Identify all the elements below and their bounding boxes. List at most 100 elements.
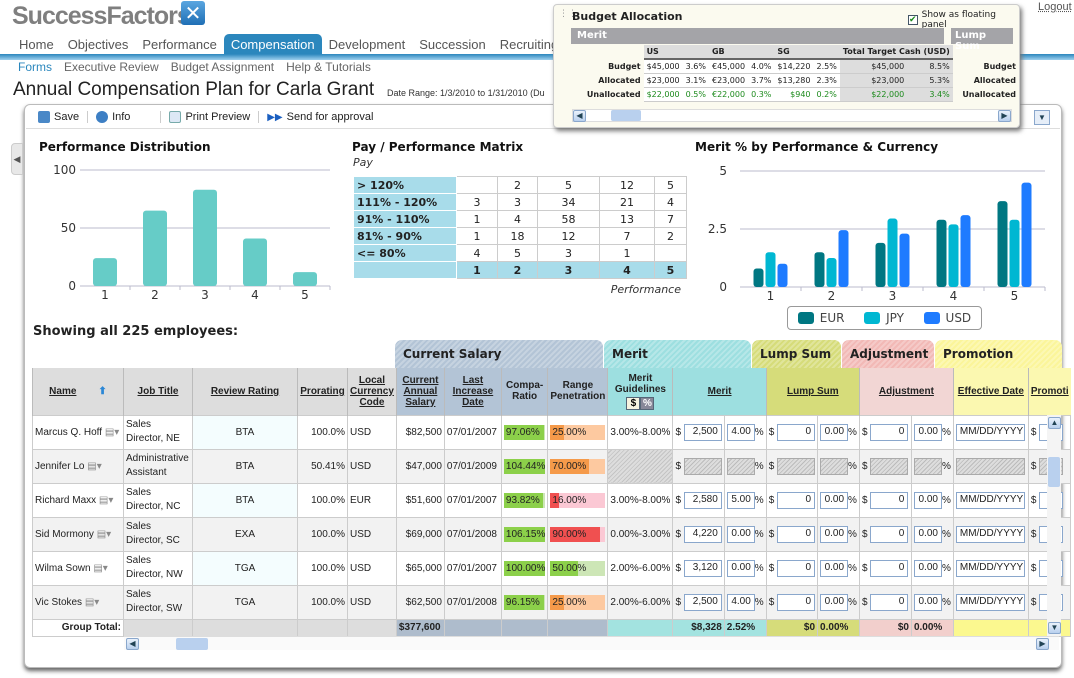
percent-input[interactable] — [820, 457, 849, 475]
sort-ascending-icon[interactable]: ⬆ — [98, 386, 106, 397]
column-header-job-title[interactable]: Job Title — [123, 368, 193, 415]
column-header-current-annual-salary[interactable]: Current Annual Salary — [395, 368, 445, 415]
table-row[interactable]: Richard Maxx ▤▾ Sales Director, NC BTA 100.… — [32, 482, 1072, 518]
percent-input[interactable]: 0.00 — [820, 593, 849, 611]
matrix-cell[interactable]: 12 — [537, 227, 600, 245]
percent-input[interactable]: 4.00 — [726, 593, 755, 611]
budget-scroll-thumb[interactable] — [611, 110, 641, 121]
employee-name-link[interactable]: Marcus Q. Hoff — [35, 427, 102, 438]
effective-date-input[interactable]: MM/DD/YYYY — [955, 491, 1025, 509]
save-button[interactable]: Save — [30, 111, 89, 123]
scroll-left-button[interactable]: ◀ — [126, 638, 139, 650]
percent-input[interactable]: 0.00 — [820, 559, 849, 577]
percent-input[interactable] — [726, 457, 755, 475]
matrix-cell[interactable]: 2 — [497, 176, 538, 194]
horizontal-scroll-thumb[interactable] — [176, 638, 208, 650]
amount-input[interactable]: 0 — [870, 525, 909, 543]
amount-input[interactable]: 0 — [777, 525, 816, 543]
amount-input[interactable]: 3,120 — [683, 559, 722, 577]
percent-input[interactable]: 0.00 — [913, 593, 942, 611]
matrix-cell[interactable]: 1 — [599, 244, 655, 262]
legend-item-eur[interactable]: EUR — [797, 311, 845, 325]
column-header-local-currency-code[interactable]: Local Currency Code — [347, 368, 397, 415]
amount-input[interactable]: 2,580 — [683, 491, 722, 509]
employee-name[interactable]: Wilma Sown ▤▾ — [32, 550, 124, 586]
matrix-cell[interactable]: 4 — [497, 210, 538, 228]
matrix-cell[interactable]: 34 — [537, 193, 600, 211]
scroll-down-button[interactable]: ▼ — [1048, 622, 1061, 634]
amount-input[interactable]: 0 — [777, 593, 816, 611]
amount-input[interactable]: 0 — [870, 559, 909, 577]
employee-name[interactable]: Vic Stokes ▤▾ — [32, 584, 124, 620]
matrix-cell[interactable] — [654, 244, 687, 262]
column-header-prorating[interactable]: Prorating — [297, 368, 348, 415]
matrix-cell[interactable]: 3 — [456, 193, 498, 211]
employee-name-link[interactable]: Sid Mormony — [35, 529, 94, 540]
matrix-cell[interactable]: 4 — [654, 193, 687, 211]
subnav-tab-0[interactable]: Forms — [12, 60, 58, 75]
employee-name-link[interactable]: Jennifer Lo — [35, 461, 84, 472]
column-header-review-rating[interactable]: Review Rating — [192, 368, 298, 415]
effective-date-input[interactable]: MM/DD/YYYY — [955, 559, 1025, 577]
employee-card-icon[interactable]: ▤▾ — [93, 563, 107, 574]
matrix-cell[interactable]: 4 — [456, 244, 498, 262]
budget-scroll-left[interactable]: ◀ — [573, 110, 586, 122]
matrix-cell[interactable] — [456, 176, 498, 194]
column-header-adjustment[interactable]: Adjustment — [858, 368, 954, 415]
column-header-merit-guidelines[interactable]: Merit Guidelines $% — [607, 368, 673, 415]
floating-panel-option[interactable]: ✔ Show as floating panel — [908, 10, 1019, 30]
table-row[interactable]: Marcus Q. Hoff ▤▾ Sales Director, NE BTA 10… — [32, 414, 1072, 450]
floating-panel-checkbox[interactable]: ✔ — [908, 15, 918, 25]
percent-input[interactable]: 0.00 — [913, 491, 942, 509]
matrix-cell[interactable]: 3 — [537, 244, 600, 262]
effective-date-input[interactable]: MM/DD/YYYY — [955, 423, 1025, 441]
subnav-tab-2[interactable]: Budget Assignment — [165, 60, 280, 75]
employee-card-icon[interactable]: ▤▾ — [87, 461, 101, 472]
amount-input[interactable] — [683, 457, 722, 475]
amount-input[interactable]: 0 — [870, 423, 909, 441]
send-for-approval-button[interactable]: ▶▶ Send for approval — [259, 111, 381, 123]
budget-scrollbar[interactable]: ◀ ▶ — [572, 109, 1012, 122]
matrix-cell[interactable]: 7 — [654, 210, 687, 228]
collapse-panel-toggle[interactable]: ◀ — [11, 143, 23, 175]
table-row[interactable]: Jennifer Lo ▤▾ Administrative Assistant BT… — [32, 448, 1072, 484]
matrix-cell[interactable]: 18 — [497, 227, 538, 245]
column-header-lump-sum[interactable]: Lump Sum — [765, 368, 860, 415]
print-preview-button[interactable]: Print Preview — [161, 111, 260, 123]
amount-input[interactable]: 2,500 — [683, 593, 722, 611]
matrix-cell[interactable]: 21 — [599, 193, 655, 211]
percent-input[interactable]: 0.00 — [913, 559, 942, 577]
amount-input[interactable] — [777, 457, 816, 475]
matrix-cell[interactable]: 3 — [497, 193, 538, 211]
employee-name-link[interactable]: Richard Maxx — [35, 495, 96, 506]
amount-input[interactable]: 0 — [777, 423, 816, 441]
percent-input[interactable]: 0.00 — [820, 423, 849, 441]
percent-input[interactable]: 0.00 — [820, 491, 849, 509]
vertical-scroll-thumb[interactable] — [1048, 457, 1060, 487]
legend-item-usd[interactable]: USD — [923, 311, 971, 325]
budget-scroll-right[interactable]: ▶ — [998, 110, 1011, 122]
amount-input[interactable]: 2,500 — [683, 423, 722, 441]
percent-input[interactable]: 0.00 — [913, 525, 942, 543]
percent-input[interactable]: 0.00 — [726, 559, 755, 577]
effective-date-input[interactable] — [955, 457, 1025, 475]
matrix-cell[interactable]: 5 — [497, 244, 538, 262]
percent-input[interactable]: 5.00 — [726, 491, 755, 509]
subnav-tab-3[interactable]: Help & Tutorials — [280, 60, 377, 75]
amount-input[interactable]: 0 — [777, 559, 816, 577]
logout-link[interactable]: Logout — [1038, 1, 1072, 13]
column-header-merit[interactable]: Merit — [672, 368, 767, 415]
table-row[interactable]: Wilma Sown ▤▾ Sales Director, NW TGA 100.0%… — [32, 550, 1072, 586]
nav-tab-compensation[interactable]: Compensation — [223, 34, 322, 55]
table-row[interactable]: Vic Stokes ▤▾ Sales Director, SW TGA 100.0%… — [32, 584, 1072, 620]
column-header-effective-date[interactable]: Effective Date — [952, 368, 1029, 415]
nav-tab-performance[interactable]: Performance — [135, 34, 223, 55]
percent-input[interactable]: 0.00 — [726, 525, 755, 543]
percent-input[interactable]: 0.00 — [820, 525, 849, 543]
nav-tab-development[interactable]: Development — [322, 34, 413, 55]
amount-input[interactable]: 0 — [870, 491, 909, 509]
matrix-cell[interactable]: 5 — [654, 176, 687, 194]
matrix-cell[interactable]: 13 — [599, 210, 655, 228]
percent-input[interactable] — [913, 457, 942, 475]
scroll-up-button[interactable]: ▲ — [1048, 417, 1061, 429]
